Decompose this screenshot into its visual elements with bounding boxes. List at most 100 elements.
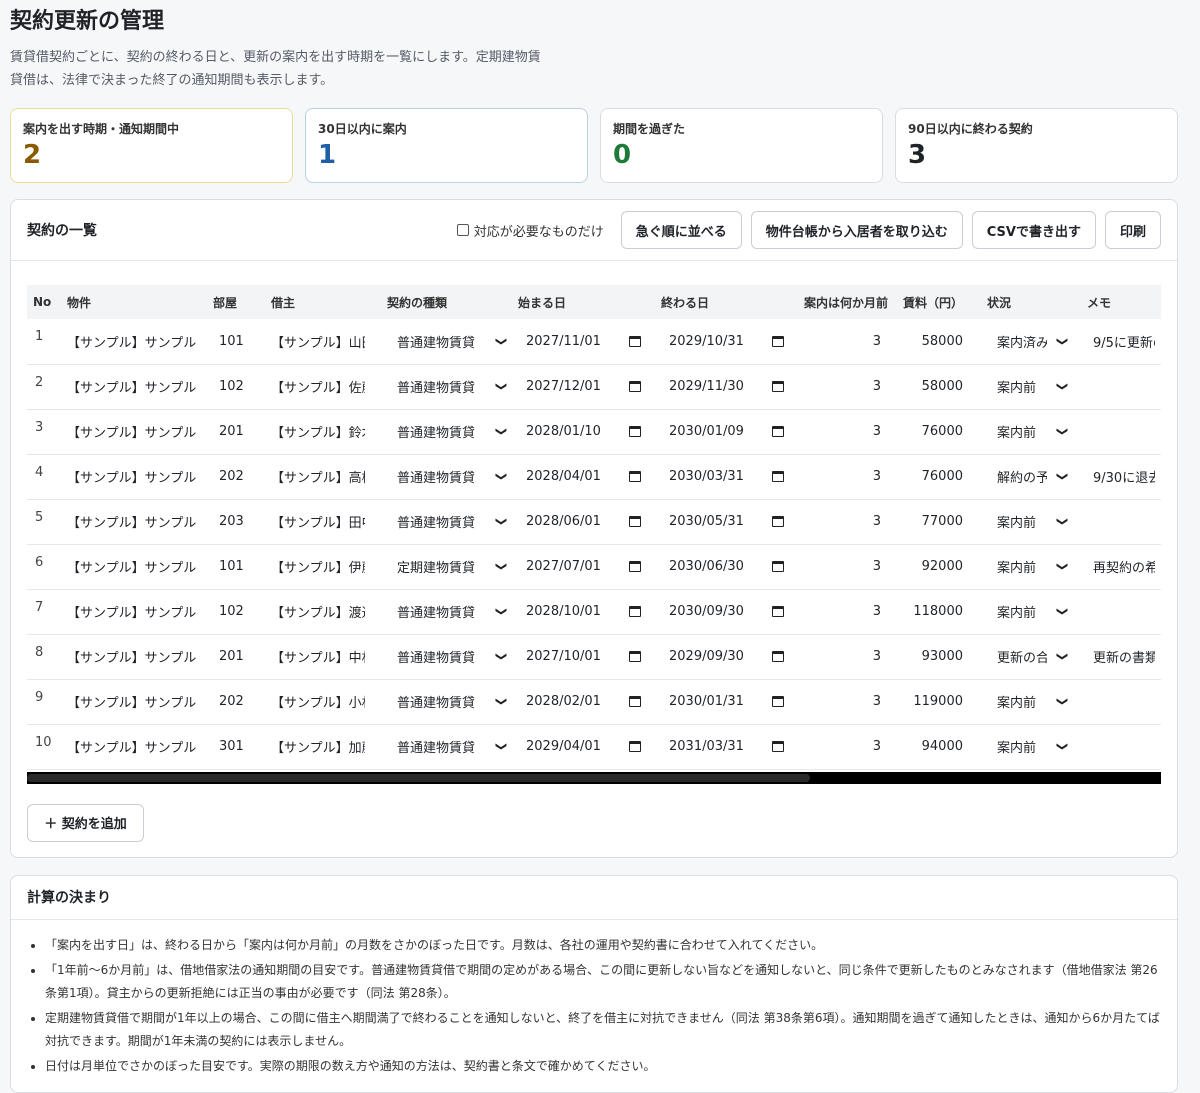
end-date-input[interactable]: 2029/11/30 xyxy=(655,364,798,409)
room-input[interactable]: 102 xyxy=(207,364,265,409)
rent-input[interactable]: 76000 xyxy=(897,409,981,454)
notice-months-input[interactable]: 3 xyxy=(798,364,897,409)
room-input[interactable]: 301 xyxy=(207,724,265,769)
end-date-input[interactable]: 2030/03/31 xyxy=(655,454,798,499)
notice-months-input[interactable]: 3 xyxy=(798,724,897,769)
memo-input[interactable] xyxy=(1081,679,1161,724)
room-input[interactable]: 202 xyxy=(207,679,265,724)
calendar-icon[interactable] xyxy=(772,516,784,527)
notice-months-input[interactable]: 3 xyxy=(798,454,897,499)
room-input[interactable]: 202 xyxy=(207,454,265,499)
start-date-input[interactable]: 2027/11/01 xyxy=(512,319,655,364)
calendar-icon[interactable] xyxy=(629,741,641,752)
calendar-icon[interactable] xyxy=(772,741,784,752)
scrollbar-thumb[interactable] xyxy=(27,773,810,782)
room-input[interactable]: 101 xyxy=(207,544,265,589)
contract-type-select[interactable]: 普通建物賃貸 ❯ xyxy=(381,409,512,454)
status-select[interactable]: 案内前 ❯ xyxy=(981,499,1081,544)
room-input[interactable]: 102 xyxy=(207,589,265,634)
tenant-input[interactable]: 【サンプル】佐藤 xyxy=(265,364,381,409)
contract-type-select[interactable]: 普通建物賃貸 ❯ xyxy=(381,454,512,499)
tenant-input[interactable]: 【サンプル】小林 xyxy=(265,679,381,724)
status-select[interactable]: 解約の予定 ❯ xyxy=(981,454,1081,499)
end-date-input[interactable]: 2030/05/31 xyxy=(655,499,798,544)
calendar-icon[interactable] xyxy=(772,381,784,392)
rent-input[interactable]: 118000 xyxy=(897,589,981,634)
rent-input[interactable]: 58000 xyxy=(897,319,981,364)
contract-type-select[interactable]: 普通建物賃貸 ❯ xyxy=(381,634,512,679)
status-select[interactable]: 案内済み ❯ xyxy=(981,319,1081,364)
print-button[interactable]: 印刷 xyxy=(1104,211,1161,249)
room-input[interactable]: 101 xyxy=(207,319,265,364)
calendar-icon[interactable] xyxy=(772,651,784,662)
status-select[interactable]: 案内前 ❯ xyxy=(981,364,1081,409)
tenant-input[interactable]: 【サンプル】田中 xyxy=(265,499,381,544)
add-contract-button[interactable]: ＋ 契約を追加 xyxy=(27,803,144,842)
contract-type-select[interactable]: 普通建物賃貸 ❯ xyxy=(381,679,512,724)
memo-input[interactable]: 更新の書類 xyxy=(1081,634,1161,679)
memo-input[interactable] xyxy=(1081,724,1161,769)
tenant-input[interactable]: 【サンプル】中村 xyxy=(265,634,381,679)
contract-type-select[interactable]: 普通建物賃貸 ❯ xyxy=(381,319,512,364)
notice-months-input[interactable]: 3 xyxy=(798,409,897,454)
notice-months-input[interactable]: 3 xyxy=(798,319,897,364)
rent-input[interactable]: 94000 xyxy=(897,724,981,769)
status-select[interactable]: 案内前 ❯ xyxy=(981,544,1081,589)
calendar-icon[interactable] xyxy=(629,516,641,527)
start-date-input[interactable]: 2028/02/01 xyxy=(512,679,655,724)
rent-input[interactable]: 92000 xyxy=(897,544,981,589)
status-select[interactable]: 案内前 ❯ xyxy=(981,589,1081,634)
status-select[interactable]: 案内前 ❯ xyxy=(981,679,1081,724)
calendar-icon[interactable] xyxy=(772,561,784,572)
calendar-icon[interactable] xyxy=(772,606,784,617)
tenant-input[interactable]: 【サンプル】高橋 xyxy=(265,454,381,499)
calendar-icon[interactable] xyxy=(772,426,784,437)
property-input[interactable]: 【サンプル】サンプル xyxy=(61,499,207,544)
status-select[interactable]: 案内前 ❯ xyxy=(981,409,1081,454)
start-date-input[interactable]: 2028/10/01 xyxy=(512,589,655,634)
contract-type-select[interactable]: 定期建物賃貸 ❯ xyxy=(381,544,512,589)
calendar-icon[interactable] xyxy=(629,606,641,617)
memo-input[interactable]: 9/5に更新の xyxy=(1081,319,1161,364)
memo-input[interactable] xyxy=(1081,499,1161,544)
property-input[interactable]: 【サンプル】サンプル xyxy=(61,724,207,769)
rent-input[interactable]: 76000 xyxy=(897,454,981,499)
room-input[interactable]: 203 xyxy=(207,499,265,544)
start-date-input[interactable]: 2027/10/01 xyxy=(512,634,655,679)
property-input[interactable]: 【サンプル】サンプル xyxy=(61,454,207,499)
end-date-input[interactable]: 2029/09/30 xyxy=(655,634,798,679)
memo-input[interactable] xyxy=(1081,364,1161,409)
notice-months-input[interactable]: 3 xyxy=(798,589,897,634)
export-csv-button[interactable]: CSVで書き出す xyxy=(971,211,1096,249)
start-date-input[interactable]: 2028/01/10 xyxy=(512,409,655,454)
contract-type-select[interactable]: 普通建物賃貸 ❯ xyxy=(381,589,512,634)
contract-type-select[interactable]: 普通建物賃貸 ❯ xyxy=(381,499,512,544)
calendar-icon[interactable] xyxy=(629,381,641,392)
memo-input[interactable] xyxy=(1081,409,1161,454)
calendar-icon[interactable] xyxy=(629,426,641,437)
import-tenants-button[interactable]: 物件台帳から入居者を取り込む xyxy=(750,211,963,249)
end-date-input[interactable]: 2031/03/31 xyxy=(655,724,798,769)
end-date-input[interactable]: 2030/09/30 xyxy=(655,589,798,634)
tenant-input[interactable]: 【サンプル】渡辺 xyxy=(265,589,381,634)
start-date-input[interactable]: 2027/12/01 xyxy=(512,364,655,409)
property-input[interactable]: 【サンプル】サンプル xyxy=(61,364,207,409)
status-select[interactable]: 案内前 ❯ xyxy=(981,724,1081,769)
calendar-icon[interactable] xyxy=(629,335,641,347)
calendar-icon[interactable] xyxy=(772,696,784,707)
action-needed-checkbox[interactable] xyxy=(456,224,469,236)
action-needed-filter[interactable]: 対応が必要なものだけ xyxy=(456,221,604,240)
property-input[interactable]: 【サンプル】サンプル xyxy=(61,634,207,679)
calendar-icon[interactable] xyxy=(629,561,641,572)
calendar-icon[interactable] xyxy=(772,471,784,482)
sort-urgent-button[interactable]: 急ぐ順に並べる xyxy=(620,211,742,249)
calendar-icon[interactable] xyxy=(629,471,641,482)
memo-input[interactable]: 9/30に退去 xyxy=(1081,454,1161,499)
room-input[interactable]: 201 xyxy=(207,634,265,679)
notice-months-input[interactable]: 3 xyxy=(798,499,897,544)
notice-months-input[interactable]: 3 xyxy=(798,544,897,589)
tenant-input[interactable]: 【サンプル】伊藤 xyxy=(265,544,381,589)
rent-input[interactable]: 58000 xyxy=(897,364,981,409)
start-date-input[interactable]: 2028/06/01 xyxy=(512,499,655,544)
end-date-input[interactable]: 2030/01/09 xyxy=(655,409,798,454)
